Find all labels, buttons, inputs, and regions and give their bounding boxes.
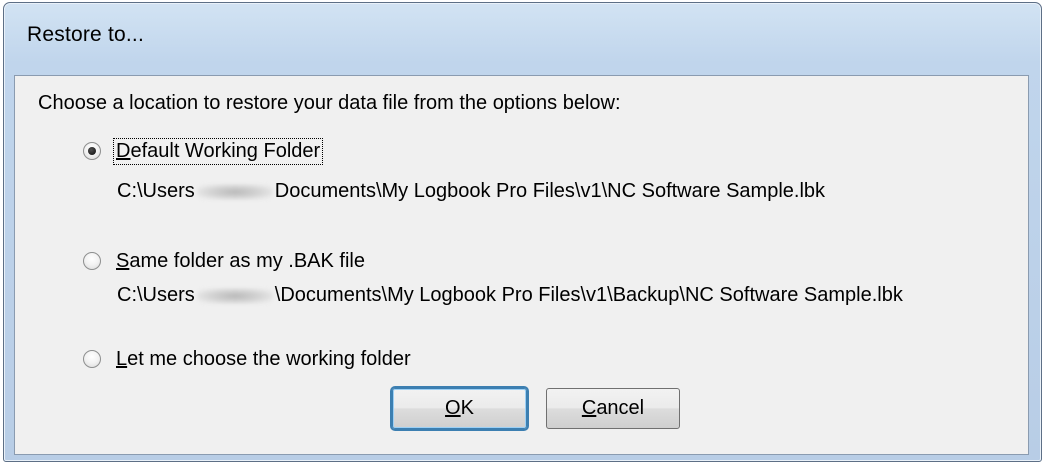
accelerator-key: L	[116, 347, 128, 370]
accelerator-key: C	[581, 397, 597, 419]
title-bar[interactable]: Restore to...	[4, 3, 1041, 75]
button-text: K	[460, 397, 474, 419]
path-suffix: \Documents\My Logbook Pro Files\v1\Backu…	[274, 284, 903, 306]
label-text: et me choose the working folder	[127, 347, 411, 370]
dialog-content: Choose a location to restore your data f…	[14, 75, 1029, 455]
default-working-folder-path: C:\Users Documents\My Logbook Pro Files\…	[117, 180, 825, 203]
label-text: efault Working Folder	[130, 139, 321, 162]
path-prefix: C:\Users	[117, 284, 195, 306]
redacted-username	[196, 287, 273, 304]
restore-dialog-window: Restore to... Choose a location to resto…	[3, 2, 1042, 462]
default-working-folder-option[interactable]: Default Working Folder	[83, 136, 324, 166]
label-text: ame folder as my .BAK file	[129, 249, 365, 272]
instruction-text: Choose a location to restore your data f…	[38, 92, 621, 114]
same-folder-as-bak-radio[interactable]	[83, 252, 101, 270]
same-folder-as-bak-option[interactable]: Same folder as my .BAK file	[83, 246, 367, 276]
path-suffix: Documents\My Logbook Pro Files\v1\NC Sof…	[274, 180, 826, 202]
accelerator-key: S	[116, 249, 130, 272]
cancel-button[interactable]: Cancel	[546, 388, 680, 429]
default-working-folder-radio[interactable]	[83, 142, 101, 160]
ok-button[interactable]: OK	[392, 388, 527, 429]
choose-working-folder-option[interactable]: Let me choose the working folder	[83, 344, 413, 374]
choose-working-folder-label[interactable]: Let me choose the working folder	[114, 347, 413, 372]
path-prefix: C:\Users	[117, 180, 195, 202]
same-folder-as-bak-path: C:\Users \Documents\My Logbook Pro Files…	[117, 284, 903, 307]
window-title: Restore to...	[27, 23, 144, 46]
choose-working-folder-radio[interactable]	[83, 350, 101, 368]
same-folder-as-bak-label[interactable]: Same folder as my .BAK file	[114, 249, 367, 274]
accelerator-key: O	[445, 397, 461, 419]
default-working-folder-label[interactable]: Default Working Folder	[112, 137, 324, 165]
accelerator-key: D	[116, 139, 131, 162]
redacted-username	[196, 183, 273, 200]
button-text: ancel	[596, 397, 645, 419]
